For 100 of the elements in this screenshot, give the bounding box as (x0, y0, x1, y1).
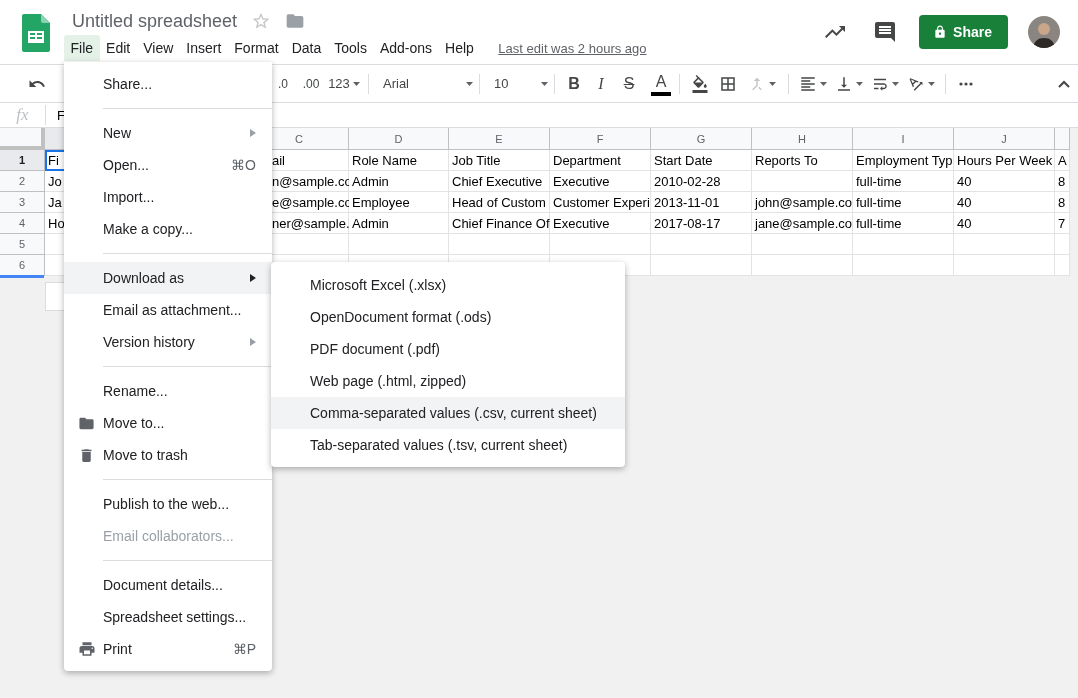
menu-option[interactable]: Tab-separated values (.tsv, current sheet) (271, 429, 625, 461)
corner-cell[interactable] (0, 128, 45, 150)
number-format-button[interactable]: 123 (326, 70, 362, 97)
font-size-dropdown[interactable]: 10 (486, 70, 548, 97)
borders-icon (719, 74, 737, 93)
collapse-button[interactable] (1058, 79, 1070, 88)
menu-option[interactable]: Spreadsheet settings... (64, 601, 272, 633)
menu-option[interactable]: OpenDocument format (.ods) (271, 301, 625, 333)
table-cell (1055, 234, 1070, 255)
table-cell: jane@sample.co (752, 213, 853, 234)
menu-item[interactable]: File (64, 35, 100, 61)
menu-item[interactable]: Tools (327, 35, 374, 61)
table-cell: 8 (1055, 171, 1070, 192)
comment-icon[interactable] (873, 20, 898, 44)
row-header[interactable]: 5 (0, 234, 45, 255)
row-header[interactable]: 6 (0, 255, 45, 276)
font-dropdown[interactable]: Arial (375, 70, 473, 97)
table-cell: full-time (853, 213, 954, 234)
table-cell (1055, 255, 1070, 276)
menu-option[interactable]: Move to... (64, 407, 272, 439)
menu-option[interactable]: Version history (64, 326, 272, 358)
increase-decimal-button[interactable]: .00 (296, 70, 326, 97)
menu-item[interactable]: Format (227, 35, 286, 61)
column-header[interactable]: F (550, 128, 651, 150)
table-cell: Hours Per Week (954, 150, 1055, 171)
fx-label: fx (0, 105, 46, 125)
table-cell: 40 (954, 192, 1055, 213)
folder-icon[interactable] (285, 11, 306, 31)
column-header[interactable]: I (853, 128, 954, 150)
caret-icon (769, 81, 776, 86)
menu-option[interactable]: Web page (.html, zipped) (271, 365, 625, 397)
table-cell: Head of Custom (449, 192, 550, 213)
row-header[interactable]: 3 (0, 192, 45, 213)
table-cell: Job Title (449, 150, 550, 171)
table-cell: 2013-11-01 (651, 192, 752, 213)
table-cell: Department (550, 150, 651, 171)
menu-item[interactable]: Help (438, 35, 481, 61)
shortcut-label: ⌘P (232, 641, 256, 657)
menu-option[interactable]: Move to trash (64, 439, 272, 471)
avatar[interactable] (1028, 16, 1060, 48)
menu-item[interactable]: Data (285, 35, 328, 61)
text-color-button[interactable]: A (649, 70, 673, 97)
menu-option[interactable]: Microsoft Excel (.xlsx) (271, 269, 625, 301)
table-cell: 2017-08-17 (651, 213, 752, 234)
menu-item[interactable]: View (136, 35, 180, 61)
column-header[interactable]: G (651, 128, 752, 150)
table-cell: Employee (349, 192, 449, 213)
menu-item[interactable]: Insert (179, 35, 228, 61)
printer-icon (78, 640, 96, 658)
table-cell: Reports To (752, 150, 853, 171)
more-icon (959, 81, 973, 86)
menu-option[interactable]: Comma-separated values (.csv, current sheet) (271, 397, 625, 429)
table-cell: full-time (853, 192, 954, 213)
column-header[interactable]: H (752, 128, 853, 150)
table-cell: Executive (550, 171, 651, 192)
chevron-up-icon (1058, 79, 1070, 88)
row-header[interactable]: 2 (0, 171, 45, 192)
caret-icon (892, 81, 899, 86)
menu-option[interactable]: Print ⌘P (64, 633, 272, 665)
italic-button[interactable]: I (587, 70, 615, 97)
menu-option[interactable]: Share... (64, 68, 272, 100)
sheets-logo[interactable] (22, 14, 50, 52)
last-edit-link[interactable]: Last edit was 2 hours ago (498, 40, 647, 56)
table-cell: Start Date (651, 150, 752, 171)
menu-option[interactable]: PDF document (.pdf) (271, 333, 625, 365)
menu-item[interactable]: Add-ons (373, 35, 439, 61)
document-title[interactable]: Untitled spreadsheet (72, 10, 238, 32)
caret-icon (466, 81, 473, 86)
table-cell: full-time (853, 171, 954, 192)
table-cell: Chief Executive (449, 171, 550, 192)
column-header[interactable]: J (954, 128, 1055, 150)
table-cell: Role Name (349, 150, 449, 171)
column-header[interactable]: E (449, 128, 550, 150)
table-cell: Employment Typ (853, 150, 954, 171)
table-cell: 40 (954, 171, 1055, 192)
table-cell: Executive (550, 213, 651, 234)
strikethrough-button[interactable]: S (615, 70, 643, 97)
table-cell: Chief Finance Of (449, 213, 550, 234)
align-left-icon (799, 74, 817, 93)
paint-bucket-icon (691, 74, 709, 93)
table-cell: Customer Experi (550, 192, 651, 213)
caret-icon (541, 81, 548, 86)
menu-item[interactable]: Edit (99, 35, 137, 61)
caret-icon (352, 81, 360, 86)
column-header[interactable]: D (349, 128, 449, 150)
menu-option[interactable]: Document details... (64, 569, 272, 601)
share-button[interactable]: Share (919, 15, 1008, 49)
menu-option[interactable]: Download as (64, 262, 272, 294)
menu-option[interactable]: Publish to the web... (64, 488, 272, 520)
bold-button[interactable]: B (561, 70, 587, 97)
row-header[interactable]: 1 (0, 150, 45, 171)
decrease-decimal-button[interactable]: .0 (270, 70, 296, 97)
lock-icon (933, 25, 948, 39)
formula-input[interactable]: F (57, 107, 65, 123)
menu-option[interactable]: Email as attachment... (64, 294, 272, 326)
row-header[interactable]: 4 (0, 213, 45, 234)
table-cell: john@sample.co (752, 192, 853, 213)
menu-option[interactable]: Rename... (64, 375, 272, 407)
align-bottom-icon (835, 74, 853, 93)
caret-icon (928, 81, 935, 86)
